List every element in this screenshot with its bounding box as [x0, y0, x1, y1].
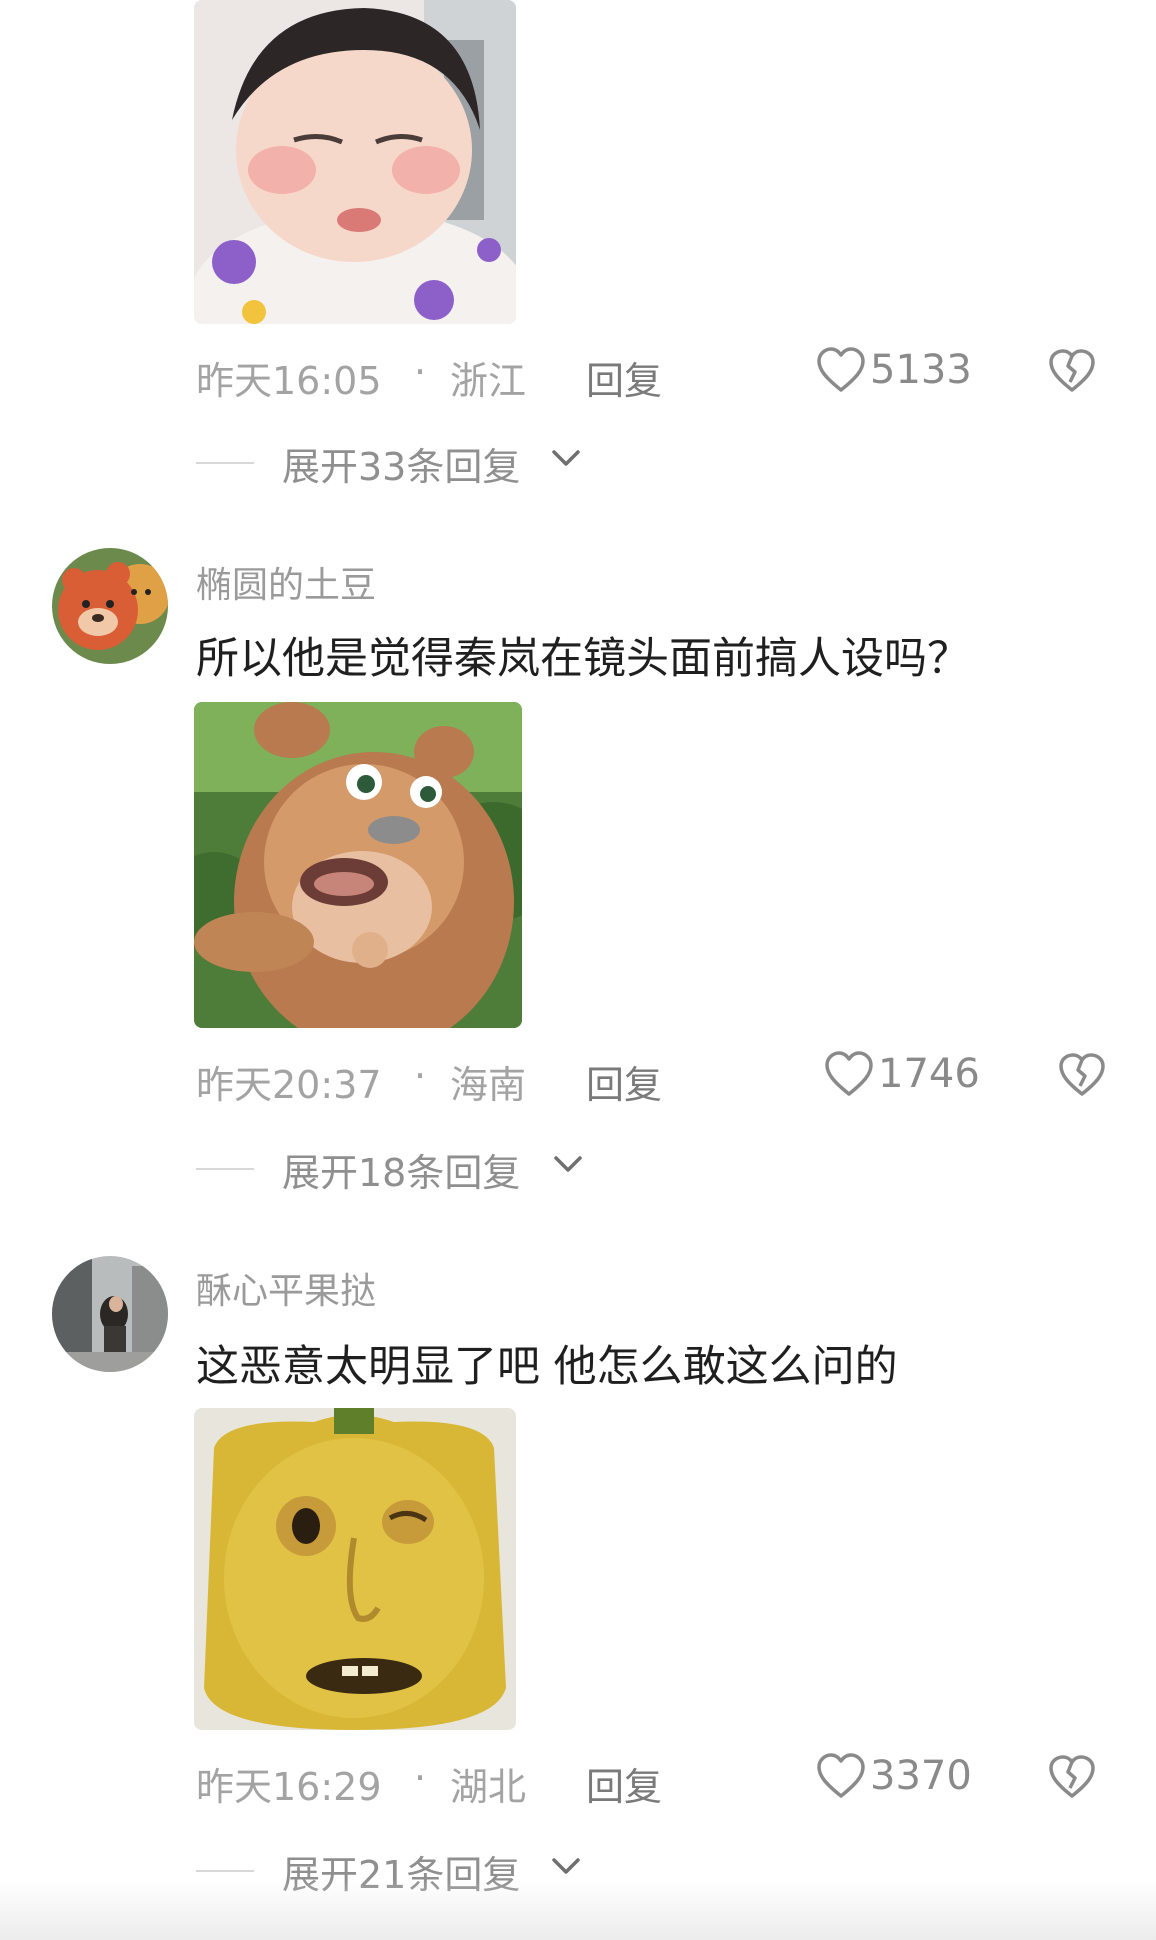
- dislike-button[interactable]: [1058, 1052, 1106, 1107]
- dislike-button[interactable]: [1048, 348, 1096, 403]
- separator-dot: ·: [414, 350, 427, 394]
- expand-replies[interactable]: 展开33条回复: [196, 436, 696, 489]
- like-button[interactable]: 1746: [824, 1050, 980, 1098]
- separator-dot: ·: [414, 1756, 427, 1800]
- photo-avatar[interactable]: [52, 1256, 168, 1372]
- chevron-down-icon: [552, 450, 580, 466]
- cartoon-bear-sticker[interactable]: [194, 702, 522, 1028]
- expand-replies-label: 展开18条回复: [282, 1151, 521, 1195]
- comment-text: 这恶意太明显了吧 他怎么敢这么问的: [196, 1342, 898, 1392]
- bottom-fade: [0, 1880, 1156, 1940]
- comment-meta: 昨天16:05 · 浙江 回复 5133: [196, 342, 1116, 405]
- divider-line: [196, 1870, 254, 1872]
- heart-icon: [825, 1051, 873, 1096]
- comment-location: 湖北: [450, 1765, 527, 1809]
- comment-time: 昨天16:05: [196, 359, 382, 403]
- like-count: 1746: [878, 1051, 980, 1097]
- comment-username[interactable]: 椭圆的土豆: [196, 556, 376, 608]
- heart-icon: [817, 1753, 865, 1798]
- like-count: 5133: [870, 347, 972, 393]
- baby-face-sticker[interactable]: [194, 0, 516, 324]
- expand-replies-label: 展开33条回复: [282, 445, 521, 489]
- comment-text: 所以他是觉得秦岚在镜头面前搞人设吗？: [196, 634, 970, 684]
- chevron-down-icon: [554, 1156, 582, 1172]
- expand-replies[interactable]: 展开18条回复: [196, 1142, 696, 1195]
- broken-heart-icon: [1059, 1053, 1105, 1096]
- broken-heart-icon: [1049, 349, 1095, 392]
- divider-line: [196, 1168, 254, 1170]
- reply-button[interactable]: 回复: [586, 350, 662, 405]
- comment-location: 浙江: [450, 359, 527, 403]
- like-button[interactable]: 3370: [816, 1752, 972, 1800]
- comment-location: 海南: [450, 1063, 527, 1107]
- reply-button[interactable]: 回复: [586, 1756, 662, 1811]
- separator-dot: ·: [414, 1054, 427, 1098]
- yellow-pepper-face-sticker[interactable]: [194, 1408, 516, 1730]
- comment-username[interactable]: 酥心平果挞: [196, 1262, 376, 1314]
- heart-icon: [817, 347, 865, 392]
- comment-time: 昨天20:37: [196, 1063, 382, 1107]
- dislike-button[interactable]: [1048, 1754, 1096, 1809]
- comment-meta: 昨天16:29 · 湖北 回复 3370: [196, 1748, 1116, 1811]
- like-count: 3370: [870, 1753, 972, 1799]
- cartoon-bear-avatar[interactable]: [52, 548, 168, 664]
- like-button[interactable]: 5133: [816, 346, 972, 394]
- divider-line: [196, 462, 254, 464]
- comment-time: 昨天16:29: [196, 1765, 382, 1809]
- comment-meta: 昨天20:37 · 海南 回复 1746: [196, 1046, 1116, 1109]
- chevron-down-icon: [552, 1858, 580, 1874]
- broken-heart-icon: [1049, 1755, 1095, 1798]
- reply-button[interactable]: 回复: [586, 1054, 662, 1109]
